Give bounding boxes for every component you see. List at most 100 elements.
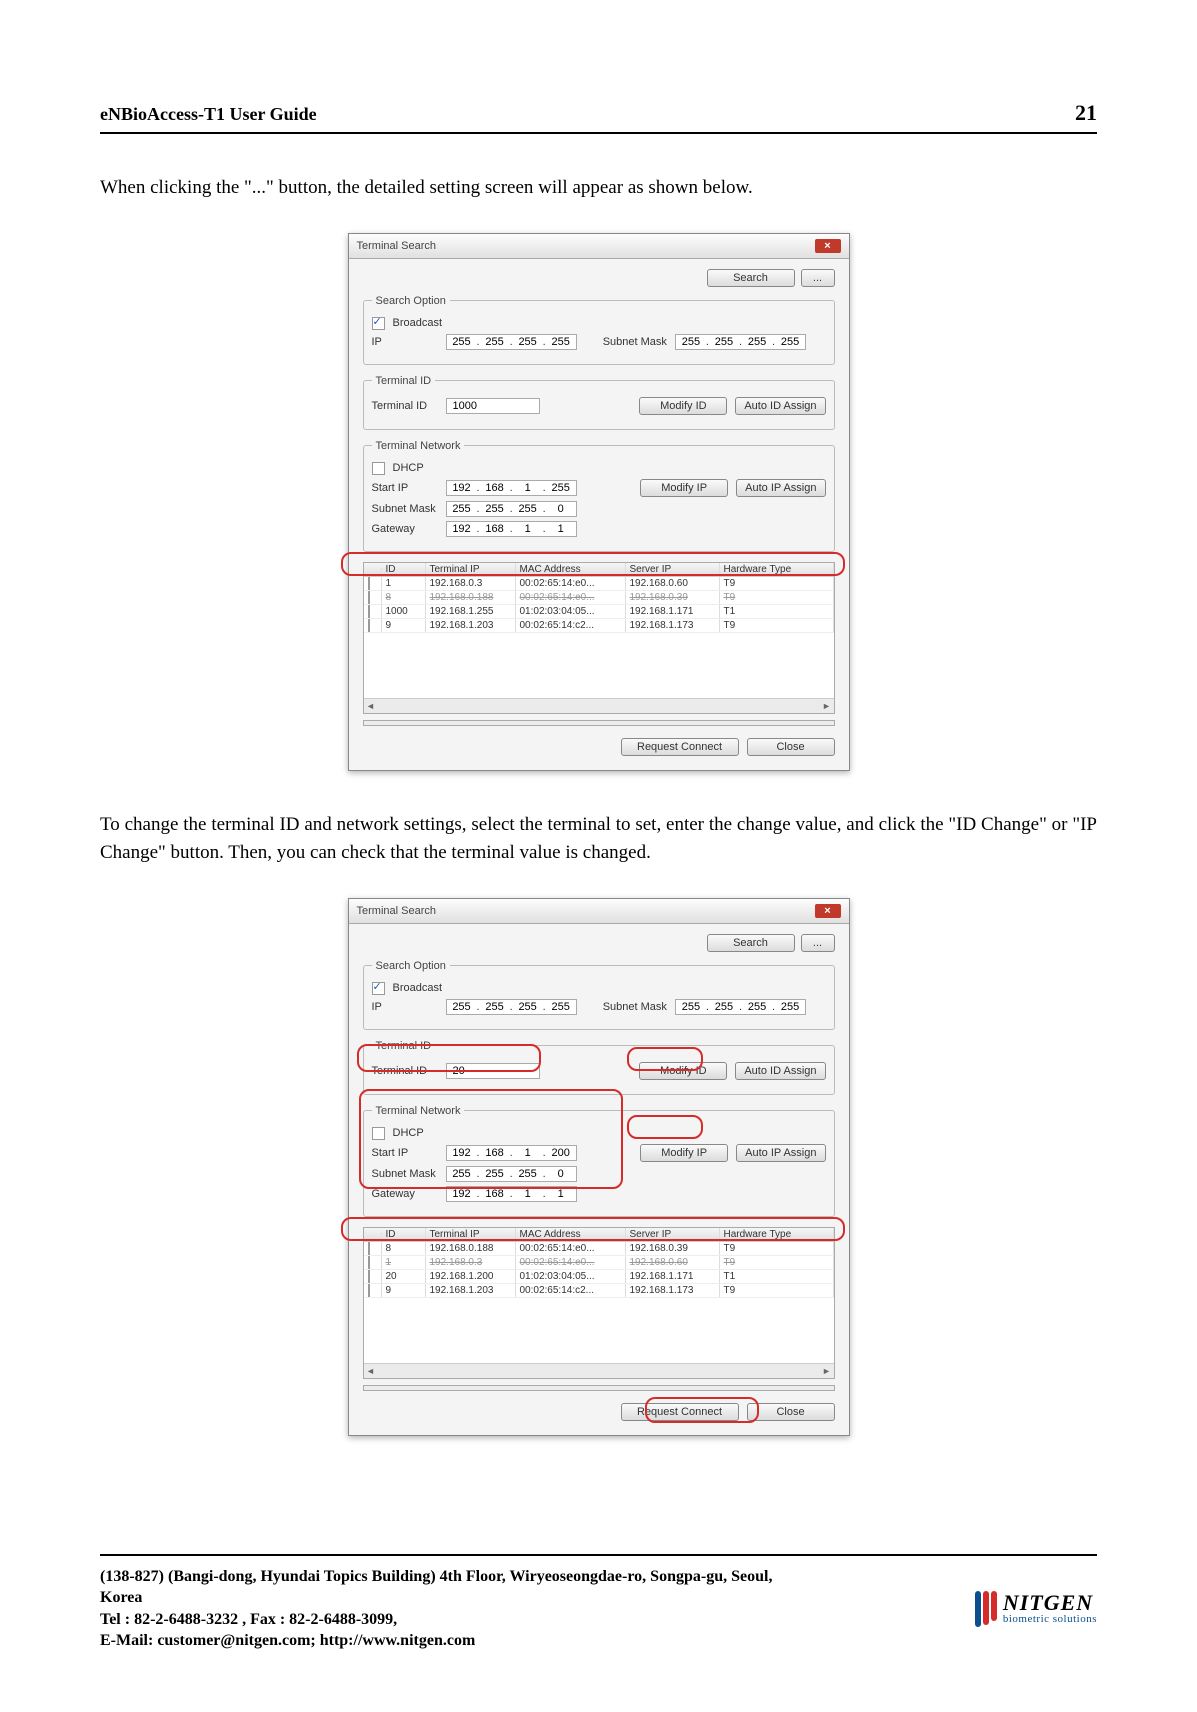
table-row[interactable]: 8 192.168.0.188 00:02:65:14:e0... 192.16… (364, 591, 834, 605)
col-server-ip[interactable]: Server IP (626, 1228, 720, 1241)
col-terminal-ip[interactable]: Terminal IP (426, 563, 516, 576)
modify-id-button[interactable]: Modify ID (639, 397, 727, 415)
ip-octet[interactable] (548, 1147, 574, 1159)
ip-octet[interactable] (449, 482, 475, 494)
ip-octet[interactable] (482, 1168, 508, 1180)
subnet-mask-input[interactable]: . . . (446, 1166, 577, 1182)
broadcast-ip-input[interactable]: . . . (446, 999, 577, 1015)
close-icon[interactable]: × (815, 904, 841, 918)
table-row[interactable]: 8 192.168.0.188 00:02:65:14:e0... 192.16… (364, 1242, 834, 1256)
table-row[interactable]: 1 192.168.0.3 00:02:65:14:e0... 192.168.… (364, 577, 834, 591)
ip-octet[interactable] (515, 1168, 541, 1180)
ip-octet[interactable] (515, 523, 541, 535)
close-button[interactable]: Close (747, 1403, 835, 1421)
ip-octet[interactable] (777, 336, 803, 348)
row-checkbox[interactable] (368, 591, 370, 604)
terminal-id-input[interactable] (446, 1063, 540, 1079)
ip-octet[interactable] (548, 503, 574, 515)
ip-octet[interactable] (515, 336, 541, 348)
ip-octet[interactable] (449, 1168, 475, 1180)
search-button[interactable]: Search (707, 934, 795, 952)
ip-octet[interactable] (744, 336, 770, 348)
col-id[interactable]: ID (382, 1228, 426, 1241)
broadcast-checkbox[interactable] (372, 317, 385, 330)
ip-octet[interactable] (711, 336, 737, 348)
row-checkbox[interactable] (368, 619, 370, 632)
subnet-mask-input[interactable]: . . . (446, 501, 577, 517)
broadcast-ip-input[interactable]: . . . (446, 334, 577, 350)
ip-octet[interactable] (515, 482, 541, 494)
col-server-ip[interactable]: Server IP (626, 563, 720, 576)
scroll-left-icon[interactable]: ◄ (364, 1366, 378, 1376)
table-row[interactable]: 1 192.168.0.3 00:02:65:14:e0... 192.168.… (364, 1256, 834, 1270)
auto-id-assign-button[interactable]: Auto ID Assign (735, 397, 825, 415)
ip-octet[interactable] (449, 1188, 475, 1200)
ip-octet[interactable] (777, 1001, 803, 1013)
ip-octet[interactable] (449, 503, 475, 515)
dhcp-checkbox[interactable] (372, 1127, 385, 1140)
ip-octet[interactable] (548, 1168, 574, 1180)
col-id[interactable]: ID (382, 563, 426, 576)
start-ip-input[interactable]: . . . (446, 480, 577, 496)
row-checkbox[interactable] (368, 1284, 370, 1297)
ip-octet[interactable] (449, 1001, 475, 1013)
scroll-right-icon[interactable]: ► (820, 701, 834, 711)
ip-octet[interactable] (515, 1147, 541, 1159)
ip-octet[interactable] (515, 503, 541, 515)
row-checkbox[interactable] (368, 1242, 370, 1255)
ip-octet[interactable] (482, 336, 508, 348)
ip-octet[interactable] (482, 523, 508, 535)
modify-ip-button[interactable]: Modify IP (640, 479, 728, 497)
ip-octet[interactable] (482, 482, 508, 494)
ip-octet[interactable] (449, 523, 475, 535)
ip-octet[interactable] (515, 1001, 541, 1013)
horizontal-scrollbar[interactable]: ◄ ► (364, 698, 834, 713)
close-icon[interactable]: × (815, 239, 841, 253)
table-row[interactable]: 20 192.168.1.200 01:02:03:04:05... 192.1… (364, 1270, 834, 1284)
request-connect-button[interactable]: Request Connect (621, 738, 739, 756)
request-connect-button[interactable]: Request Connect (621, 1403, 739, 1421)
ip-octet[interactable] (548, 336, 574, 348)
row-checkbox[interactable] (368, 605, 370, 618)
ip-octet[interactable] (515, 1188, 541, 1200)
ip-octet[interactable] (449, 1147, 475, 1159)
ip-octet[interactable] (744, 1001, 770, 1013)
ip-octet[interactable] (482, 503, 508, 515)
more-button[interactable]: ... (801, 934, 835, 952)
search-button[interactable]: Search (707, 269, 795, 287)
ip-octet[interactable] (482, 1147, 508, 1159)
ip-octet[interactable] (482, 1188, 508, 1200)
table-row[interactable]: 9 192.168.1.203 00:02:65:14:c2... 192.16… (364, 619, 834, 633)
ip-octet[interactable] (482, 1001, 508, 1013)
col-mac[interactable]: MAC Address (516, 1228, 626, 1241)
modify-id-button[interactable]: Modify ID (639, 1062, 727, 1080)
row-checkbox[interactable] (368, 1270, 370, 1283)
col-mac[interactable]: MAC Address (516, 563, 626, 576)
ip-octet[interactable] (548, 482, 574, 494)
gateway-input[interactable]: . . . (446, 521, 577, 537)
col-terminal-ip[interactable]: Terminal IP (426, 1228, 516, 1241)
auto-ip-assign-button[interactable]: Auto IP Assign (736, 479, 825, 497)
col-hw-type[interactable]: Hardware Type (720, 563, 834, 576)
terminal-id-input[interactable] (446, 398, 540, 414)
table-row[interactable]: 1000 192.168.1.255 01:02:03:04:05... 192… (364, 605, 834, 619)
ip-octet[interactable] (678, 1001, 704, 1013)
start-ip-input[interactable]: . . . (446, 1145, 577, 1161)
row-checkbox[interactable] (368, 1256, 370, 1269)
ip-octet[interactable] (548, 1001, 574, 1013)
ip-octet[interactable] (548, 523, 574, 535)
ip-octet[interactable] (548, 1188, 574, 1200)
scroll-right-icon[interactable]: ► (820, 1366, 834, 1376)
gateway-input[interactable]: . . . (446, 1186, 577, 1202)
col-hw-type[interactable]: Hardware Type (720, 1228, 834, 1241)
table-row[interactable]: 9 192.168.1.203 00:02:65:14:c2... 192.16… (364, 1284, 834, 1298)
scroll-left-icon[interactable]: ◄ (364, 701, 378, 711)
broadcast-checkbox[interactable] (372, 982, 385, 995)
modify-ip-button[interactable]: Modify IP (640, 1144, 728, 1162)
close-button[interactable]: Close (747, 738, 835, 756)
auto-id-assign-button[interactable]: Auto ID Assign (735, 1062, 825, 1080)
ip-octet[interactable] (711, 1001, 737, 1013)
ip-octet[interactable] (449, 336, 475, 348)
dhcp-checkbox[interactable] (372, 462, 385, 475)
more-button[interactable]: ... (801, 269, 835, 287)
